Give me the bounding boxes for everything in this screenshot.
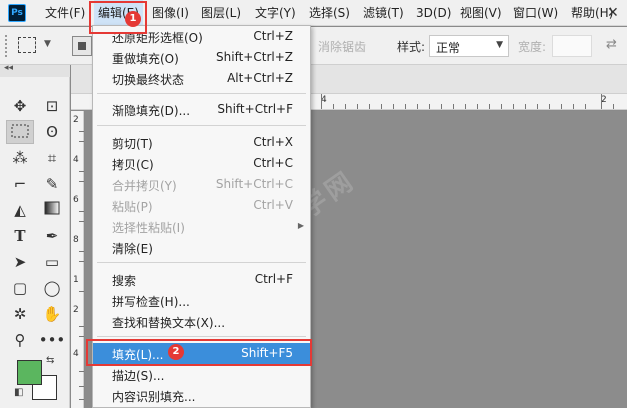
style-select-value: 正常: [436, 41, 461, 55]
rectangle-tool-icon[interactable]: ▭: [38, 250, 66, 274]
menu-item-search[interactable]: 搜索 Ctrl+F: [93, 269, 310, 290]
width-input[interactable]: [552, 35, 592, 57]
ruler-label: 8: [73, 235, 79, 245]
menu-type[interactable]: 文字(Y): [251, 0, 300, 26]
chevron-down-icon: ▼: [496, 40, 503, 50]
pen-tool-icon[interactable]: ✒: [38, 224, 66, 248]
eraser-tool-icon[interactable]: ◭: [6, 198, 34, 222]
lasso-tool-icon[interactable]: ʘ: [38, 120, 66, 144]
menu-file[interactable]: 文件(F): [41, 0, 89, 26]
zoom-tool-icon[interactable]: ⚲: [6, 328, 34, 352]
photoshop-logo: Ps: [8, 4, 26, 22]
ruler-label: 2: [73, 305, 79, 315]
collapse-icon[interactable]: ◂◂: [4, 63, 13, 73]
width-label: 宽度:: [518, 40, 547, 54]
menu-image[interactable]: 图像(I): [148, 0, 193, 26]
menu-item-toggle-last-state[interactable]: 切换最终状态 Alt+Ctrl+Z: [93, 68, 310, 89]
antialias-checkbox-label: 消除锯齿: [318, 40, 367, 54]
chevron-down-icon[interactable]: ▼: [44, 39, 51, 49]
foreground-color-swatch[interactable]: [17, 360, 42, 385]
ellipse-tool-icon[interactable]: ◯: [38, 276, 66, 300]
menu-item-stroke[interactable]: 描边(S)...: [93, 364, 310, 385]
brush-tool-icon[interactable]: ✎: [38, 172, 66, 196]
step1-badge: 1: [125, 11, 141, 27]
menu-separator: [97, 262, 306, 263]
swap-dimensions-icon[interactable]: ⇄: [606, 37, 617, 52]
menu-window[interactable]: 窗口(W): [509, 0, 562, 26]
hand-tool-icon[interactable]: ✋: [38, 302, 66, 326]
menu-item-clear[interactable]: 清除(E): [93, 237, 310, 258]
menu-view[interactable]: 视图(V): [456, 0, 506, 26]
menu-item-fade-fill[interactable]: 渐隐填充(D)... Shift+Ctrl+F: [93, 99, 310, 120]
menu-item-redo-fill[interactable]: 重做填充(O) Shift+Ctrl+Z: [93, 47, 310, 68]
close-icon[interactable]: ✕: [607, 5, 619, 21]
step2-highlight-box: [86, 339, 312, 366]
menu-3d[interactable]: 3D(D): [412, 0, 455, 26]
move-tool-icon[interactable]: ✥: [6, 94, 34, 118]
ruler-label: 6: [73, 195, 79, 205]
ruler-label: 4: [73, 155, 79, 165]
crop-tool-icon[interactable]: ⌗: [38, 146, 66, 170]
artboard-tool-icon[interactable]: ⊡: [38, 94, 66, 118]
type-tool-icon[interactable]: T: [6, 224, 34, 248]
menu-select[interactable]: 选择(S): [305, 0, 354, 26]
custom-shape-tool-icon[interactable]: ✲: [6, 302, 34, 326]
menu-item-paste-special[interactable]: 选择性粘贴(I) ▶: [93, 216, 310, 237]
menu-item-spell-check[interactable]: 拼写检查(H)...: [93, 290, 310, 311]
menu-item-copy[interactable]: 拷贝(C) Ctrl+C: [93, 153, 310, 174]
menu-item-cut[interactable]: 剪切(T) Ctrl+X: [93, 132, 310, 153]
style-label: 样式:: [397, 40, 426, 54]
new-selection-button[interactable]: [72, 36, 92, 56]
gradient-tool-icon[interactable]: [38, 198, 66, 222]
menu-separator: [97, 125, 306, 126]
menu-item-content-aware-fill[interactable]: 内容识别填充...: [93, 385, 310, 406]
menu-item-paste[interactable]: 粘贴(P) Ctrl+V: [93, 195, 310, 216]
more-tools-icon[interactable]: •••: [38, 328, 66, 352]
menu-item-copy-merged[interactable]: 合并拷贝(Y) Shift+Ctrl+C: [93, 174, 310, 195]
grip-icon: [5, 35, 9, 57]
ruler-label: 4: [73, 349, 79, 359]
swap-colors-icon[interactable]: ⇆: [46, 355, 54, 366]
eyedropper-tool-icon[interactable]: ⌐: [6, 172, 34, 196]
vertical-ruler: 2 4 6 8 1 2 4: [71, 111, 84, 408]
rounded-rectangle-tool-icon[interactable]: ▢: [6, 276, 34, 300]
tools-panel: ◂◂ ✥ ⊡ ʘ ⁂ ⌗ ⌐ ✎ ◭ T ✒ ➤ ▭ ▢ ◯ ✲ ✋ ⚲ •••…: [0, 63, 70, 408]
menu-layer[interactable]: 图层(L): [197, 0, 245, 26]
default-colors-icon[interactable]: ◧: [14, 387, 23, 398]
submenu-arrow-icon: ▶: [297, 221, 304, 230]
menu-filter[interactable]: 滤镜(T): [359, 0, 408, 26]
path-selection-tool-icon[interactable]: ➤: [6, 250, 34, 274]
menu-separator: [97, 93, 306, 94]
ruler-label: 2: [73, 115, 79, 125]
rectangular-marquee-tool-icon[interactable]: [6, 120, 34, 144]
menu-item-find-replace[interactable]: 查找和替换文本(X)...: [93, 311, 310, 332]
ruler-label: 1: [73, 275, 79, 285]
tool-preset-picker[interactable]: [18, 37, 36, 53]
style-select[interactable]: 正常 ▼: [429, 35, 509, 57]
step2-badge: 2: [168, 344, 184, 360]
menu-separator: [97, 336, 306, 337]
magic-wand-tool-icon[interactable]: ⁂: [6, 146, 34, 170]
tools-panel-header: ◂◂: [0, 63, 70, 77]
